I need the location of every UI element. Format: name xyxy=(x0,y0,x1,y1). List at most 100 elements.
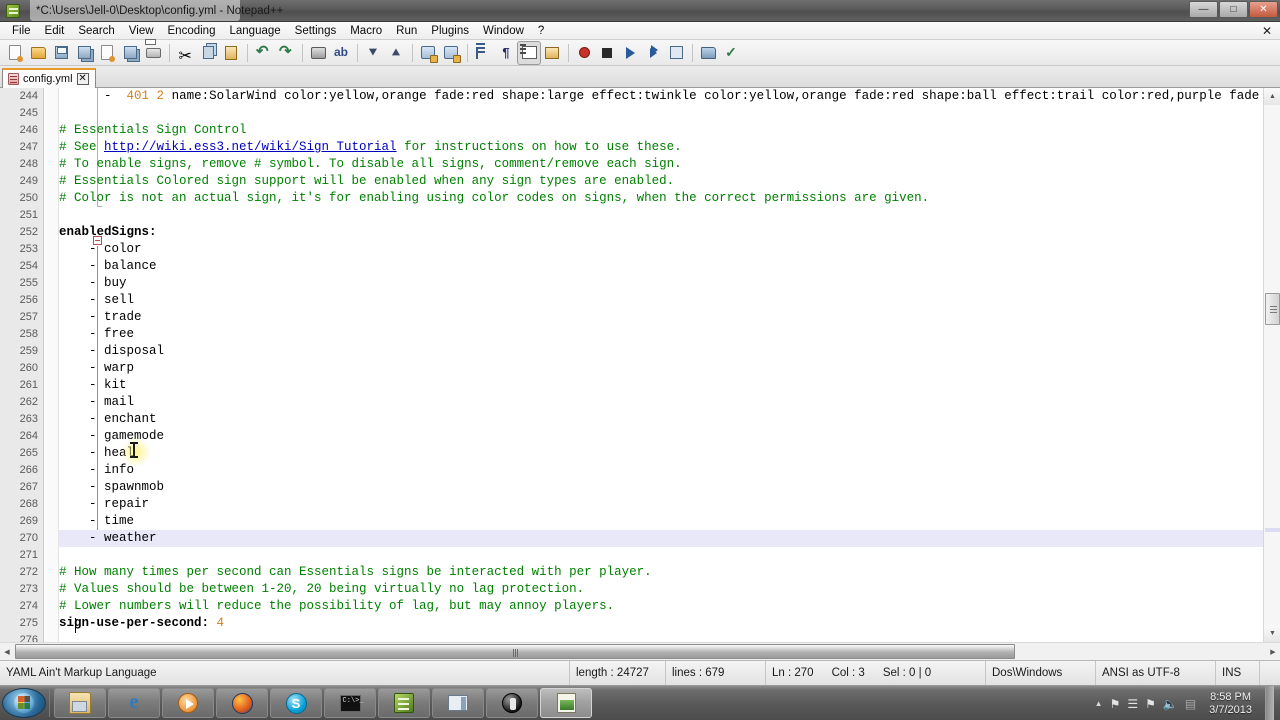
menu-search[interactable]: Search xyxy=(71,22,121,40)
code-folding-margin[interactable] xyxy=(45,88,102,642)
start-recording-button[interactable] xyxy=(573,42,595,64)
code-editor[interactable]: 244 245 246 247 248 249 250 251 252 253 254 255 256 2… xyxy=(0,88,1280,642)
close-all-files-button[interactable] xyxy=(119,42,141,64)
code-line[interactable]: - enchant xyxy=(59,411,1263,428)
code-line[interactable]: # Color is not an actual sign, it's for … xyxy=(59,190,1263,207)
taskbar-internet-explorer[interactable]: e xyxy=(108,688,160,718)
code-line[interactable]: - buy xyxy=(59,275,1263,292)
code-line[interactable]: - repair xyxy=(59,496,1263,513)
save-macro-button[interactable] xyxy=(665,42,687,64)
maximize-button[interactable]: □ xyxy=(1219,1,1248,18)
new-file-button[interactable] xyxy=(4,42,26,64)
code-line[interactable]: - color xyxy=(59,241,1263,258)
open-file-button[interactable] xyxy=(27,42,49,64)
print-button[interactable] xyxy=(142,42,164,64)
code-line[interactable]: - gamemode xyxy=(59,428,1263,445)
volume-icon[interactable]: 🔈 xyxy=(1163,698,1178,710)
code-line[interactable] xyxy=(59,207,1263,224)
code-line[interactable]: - kit xyxy=(59,377,1263,394)
code-line[interactable] xyxy=(59,632,1263,642)
menu-language[interactable]: Language xyxy=(222,22,287,40)
code-line[interactable]: - warp xyxy=(59,360,1263,377)
code-line[interactable]: - time xyxy=(59,513,1263,530)
close-file-button[interactable] xyxy=(96,42,118,64)
code-line[interactable]: # Essentials Colored sign support will b… xyxy=(59,173,1263,190)
cut-button[interactable]: ✂ xyxy=(174,42,196,65)
code-line[interactable]: # Essentials Sign Control xyxy=(59,122,1263,139)
paste-button[interactable] xyxy=(220,42,242,64)
scroll-right-icon[interactable]: ▶ xyxy=(1266,643,1280,660)
code-line[interactable]: - 401 2 name:SolarWind color:yellow,oran… xyxy=(59,88,1263,105)
battery-icon[interactable]: ▤ xyxy=(1185,698,1196,710)
menu-view[interactable]: View xyxy=(122,22,161,40)
scroll-up-icon[interactable]: ▲ xyxy=(1264,88,1280,105)
save-all-button[interactable] xyxy=(73,42,95,64)
menu-window[interactable]: Window xyxy=(476,22,531,40)
network-icon[interactable]: ☰ xyxy=(1127,698,1138,710)
code-line[interactable]: - balance xyxy=(59,258,1263,275)
vertical-scrollbar-thumb[interactable] xyxy=(1265,293,1280,325)
scroll-left-icon[interactable]: ◀ xyxy=(0,643,14,660)
taskbar-minecraft[interactable] xyxy=(486,688,538,718)
menu-macro[interactable]: Macro xyxy=(343,22,389,40)
flag-icon[interactable]: ⚑ xyxy=(1110,698,1121,710)
code-line[interactable]: enabledSigns: xyxy=(59,224,1263,241)
user-defined-dialog-button[interactable] xyxy=(541,42,563,64)
menu--[interactable]: ? xyxy=(531,22,551,40)
code-line-current[interactable]: - weather xyxy=(59,530,1263,547)
start-button[interactable] xyxy=(2,688,46,718)
show-all-characters-button[interactable]: ¶ xyxy=(495,42,517,64)
stop-recording-button[interactable] xyxy=(596,42,618,64)
scroll-down-icon[interactable]: ▼ xyxy=(1264,625,1280,642)
code-line[interactable]: sign-use-per-second: 4 xyxy=(59,615,1263,632)
replace-button[interactable]: ab xyxy=(330,42,352,64)
code-line[interactable]: - sell xyxy=(59,292,1263,309)
open-folder-button[interactable] xyxy=(697,42,719,64)
taskbar-notepad-plus-plus[interactable] xyxy=(540,688,592,718)
taskbar-windows-explorer[interactable] xyxy=(54,688,106,718)
clock[interactable]: 8:58 PM 3/7/2013 xyxy=(1203,691,1258,717)
code-line[interactable]: - free xyxy=(59,326,1263,343)
menu-settings[interactable]: Settings xyxy=(288,22,344,40)
taskbar-command-prompt[interactable]: C:\>_ xyxy=(324,688,376,718)
menu-encoding[interactable]: Encoding xyxy=(161,22,223,40)
sync-horizontal-scroll-button[interactable] xyxy=(440,42,462,64)
tab-config-yml[interactable]: config.yml ✕ xyxy=(2,68,96,88)
zoom-in-button[interactable]: ⯆ xyxy=(362,42,384,64)
action-center-icon[interactable]: ⚑ xyxy=(1145,698,1156,710)
code-line[interactable]: # To enable signs, remove # symbol. To d… xyxy=(59,156,1263,173)
code-line[interactable]: - trade xyxy=(59,309,1263,326)
redo-button[interactable]: ↷ xyxy=(275,42,297,64)
code-line[interactable]: # How many times per second can Essentia… xyxy=(59,564,1263,581)
code-line[interactable]: - mail xyxy=(59,394,1263,411)
show-desktop-button[interactable] xyxy=(1265,686,1274,720)
code-url-link[interactable]: http://wiki.ess3.net/wiki/Sign_Tutorial xyxy=(104,140,397,154)
code-line[interactable]: - spawnmob xyxy=(59,479,1263,496)
word-wrap-button[interactable] xyxy=(472,42,494,64)
horizontal-scrollbar-thumb[interactable] xyxy=(15,644,1015,659)
copy-button[interactable] xyxy=(197,42,219,64)
code-line[interactable]: - info xyxy=(59,462,1263,479)
menu-plugins[interactable]: Plugins xyxy=(424,22,476,40)
code-line[interactable] xyxy=(59,105,1263,122)
menu-run[interactable]: Run xyxy=(389,22,424,40)
show-indent-guide-button[interactable] xyxy=(517,40,541,65)
run-macro-multiple-button[interactable] xyxy=(642,42,664,64)
code-line[interactable] xyxy=(59,547,1263,564)
taskbar-notepad-plus-plus-green[interactable] xyxy=(378,688,430,718)
taskbar-firefox[interactable] xyxy=(216,688,268,718)
code-line[interactable]: - disposal xyxy=(59,343,1263,360)
close-document-button[interactable]: ✕ xyxy=(1262,23,1272,39)
taskbar-windows-media-player[interactable] xyxy=(162,688,214,718)
vertical-scrollbar[interactable]: ▲ ▼ xyxy=(1263,88,1280,642)
horizontal-scrollbar[interactable]: ◀ ▶ xyxy=(0,642,1280,660)
code-text-area[interactable]: - 401 2 name:SolarWind color:yellow,oran… xyxy=(59,88,1263,642)
zoom-out-button[interactable]: ⯅ xyxy=(385,42,407,64)
taskbar-window-app[interactable] xyxy=(432,688,484,718)
show-hidden-icons-icon[interactable]: ▲ xyxy=(1095,699,1103,708)
menu-file[interactable]: File xyxy=(5,22,38,40)
tab-close-icon[interactable]: ✕ xyxy=(76,73,89,85)
code-line[interactable]: # Values should be between 1-20, 20 bein… xyxy=(59,581,1263,598)
spell-check-button[interactable]: ✓ xyxy=(720,42,742,64)
close-button[interactable]: ✕ xyxy=(1249,1,1278,18)
